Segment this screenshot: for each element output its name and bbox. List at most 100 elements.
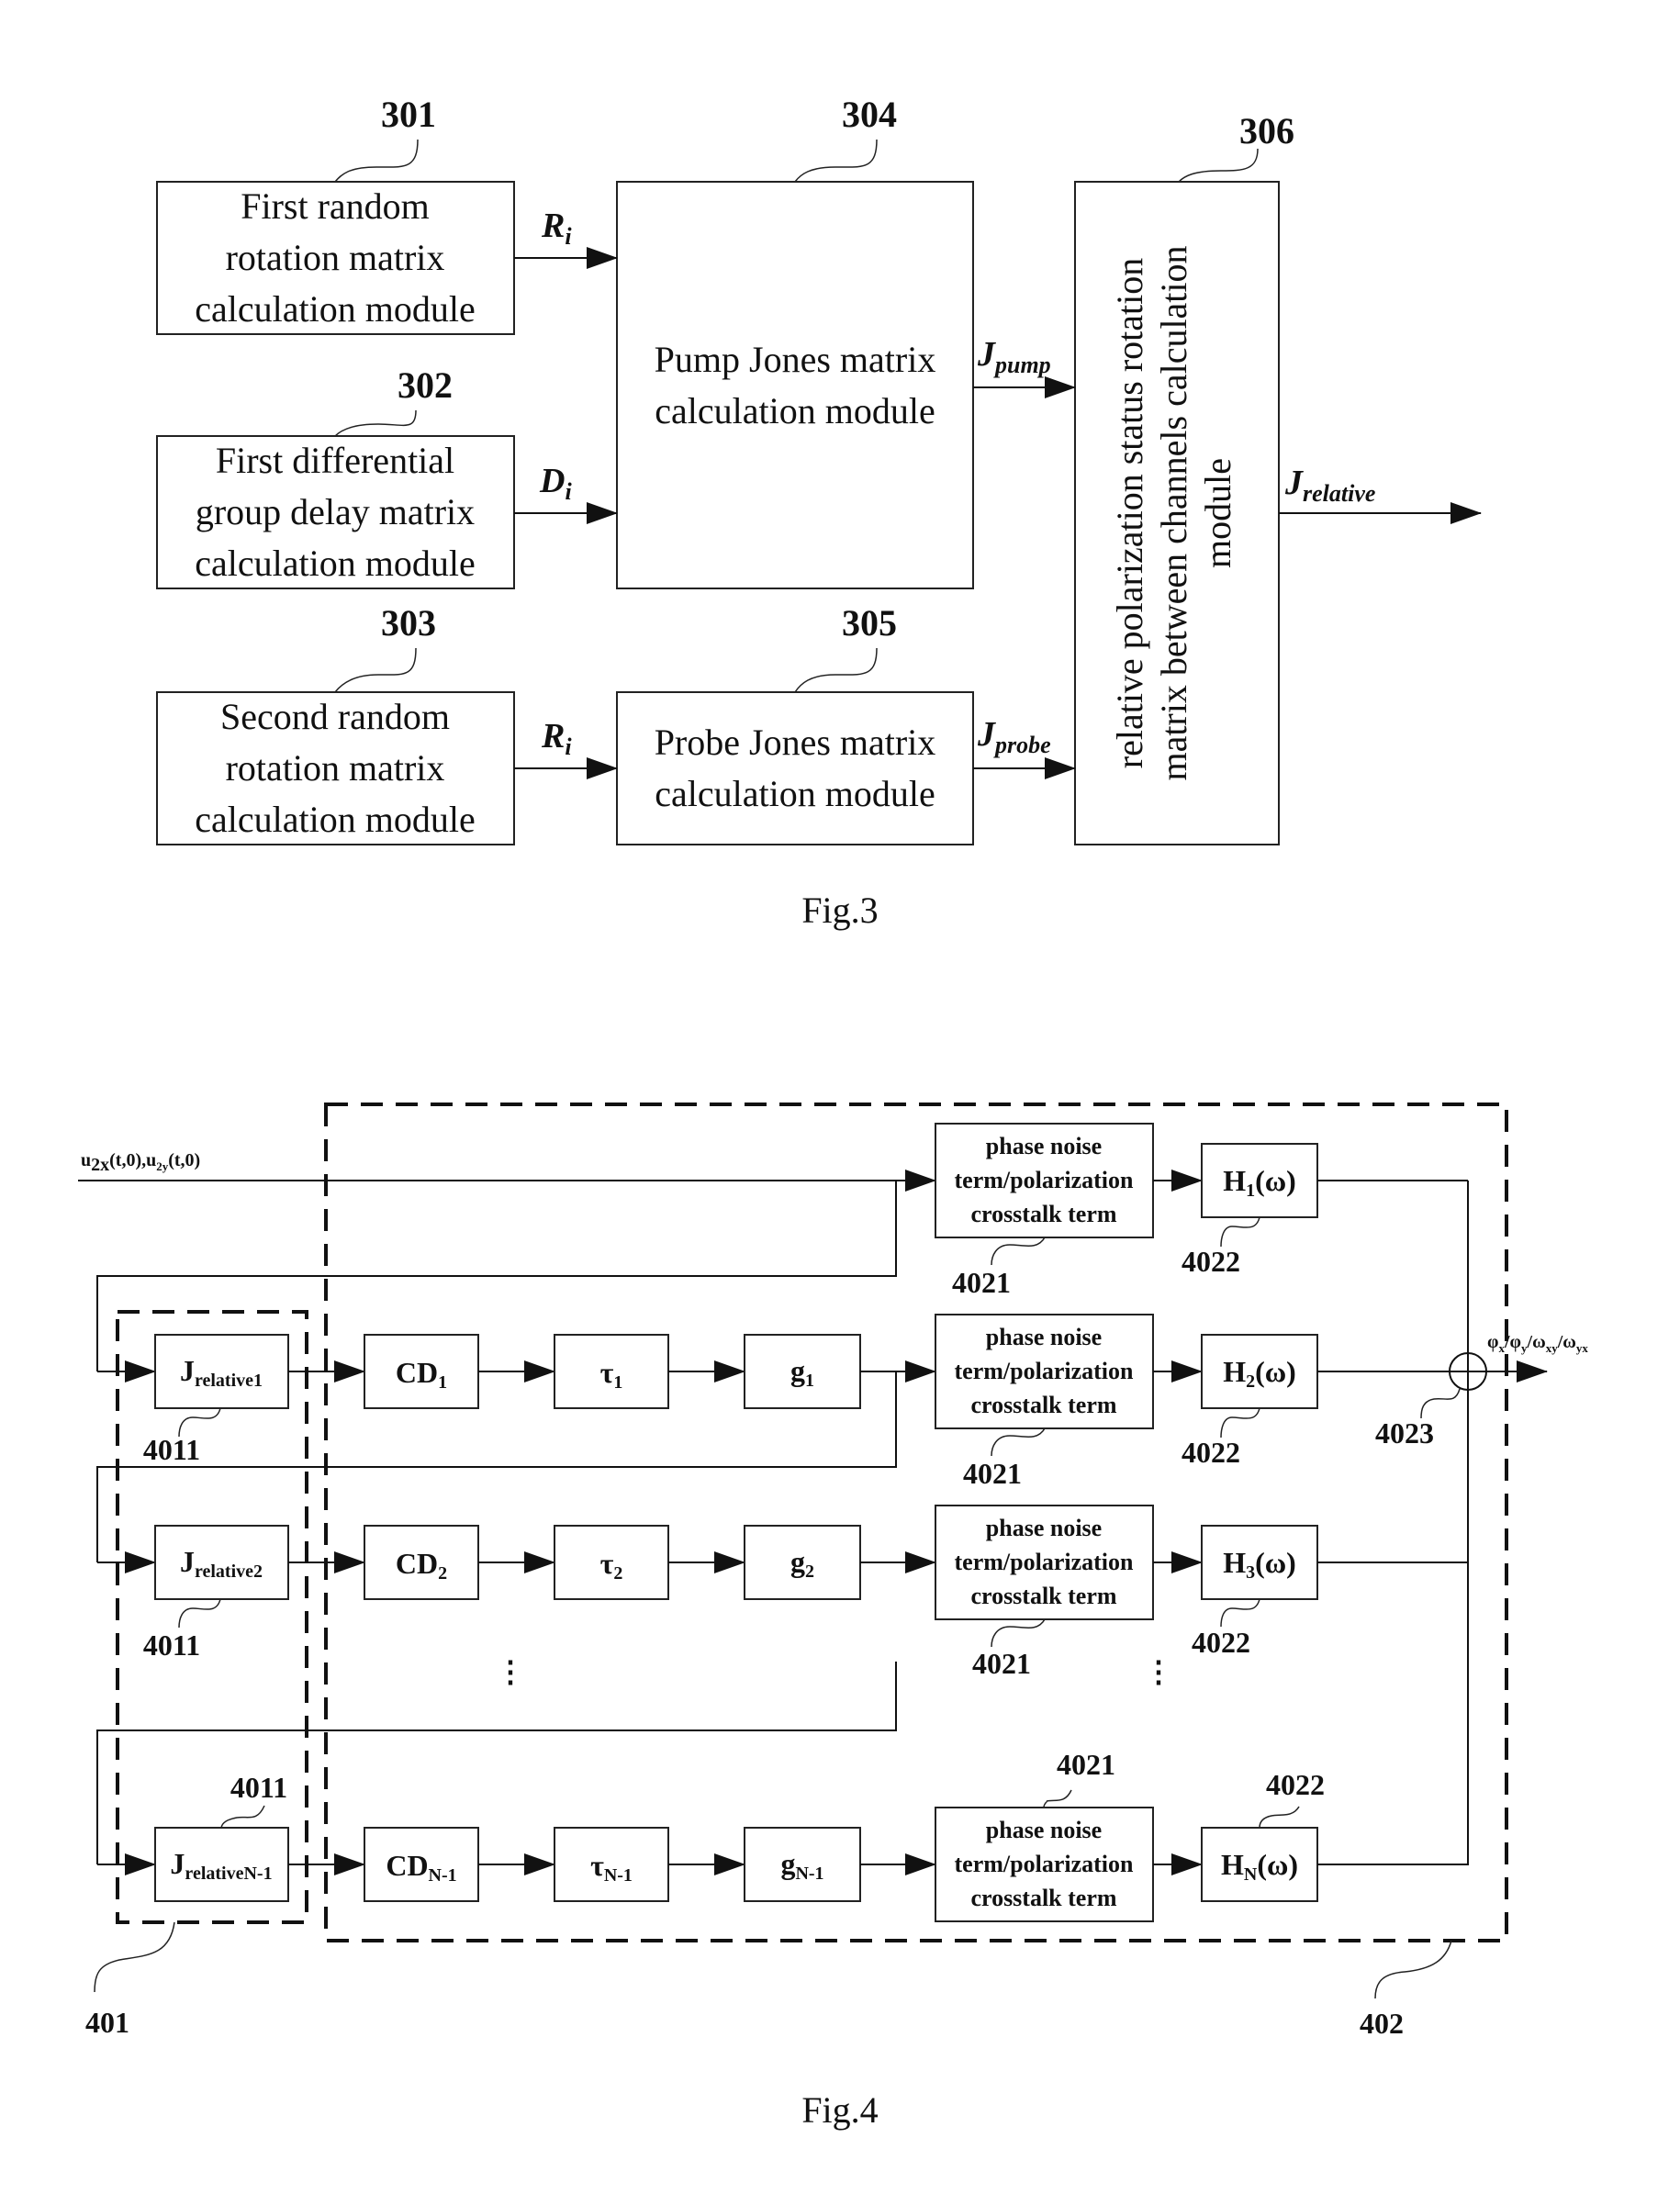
module-302-first-dgd: 302 First differential group delay matri… xyxy=(156,364,515,589)
ref-label-301: 301 xyxy=(381,94,436,135)
phase-box-line-3: crosstalk term xyxy=(970,1583,1116,1609)
box-306-line-1: relative polarization status rotation xyxy=(1109,258,1150,768)
ellipsis-filter-column: ⋮ xyxy=(1144,1655,1173,1688)
ref-label-4011: 4011 xyxy=(143,1629,200,1662)
ref-label-4022: 4022 xyxy=(1182,1436,1240,1469)
filter-label-h1: H1(ω) xyxy=(1223,1164,1296,1201)
phase-box-line-1: phase noise xyxy=(986,1133,1102,1159)
ref-label-302: 302 xyxy=(398,364,453,406)
box-305-line-2: calculation module xyxy=(655,773,935,814)
phase-box-line-3: crosstalk term xyxy=(970,1201,1116,1227)
leader-line-4021 xyxy=(991,1427,1046,1457)
input-signal-label: u2x(t,0),u2y(t,0) xyxy=(81,1150,200,1175)
box-304 xyxy=(616,181,974,589)
ref-label-4023: 4023 xyxy=(1375,1416,1434,1450)
module-304-pump-jones: 304 Pump Jones matrix calculation module xyxy=(616,94,974,589)
phase-box-line-1: phase noise xyxy=(986,1324,1102,1350)
leader-line-301 xyxy=(334,139,419,183)
box-304-line-2: calculation module xyxy=(655,390,935,431)
ref-label-4022: 4022 xyxy=(1192,1626,1250,1659)
channel-row-1: Jrelative1 4011 CD1 τ1 g1 phase noise te… xyxy=(143,1314,1450,1490)
phase-box-line-1: phase noise xyxy=(986,1817,1102,1843)
leader-line-4022 xyxy=(1220,1407,1260,1438)
leader-line-401 xyxy=(94,1921,175,1993)
leader-line-303 xyxy=(334,647,417,693)
signal-label-ri-1: Ri xyxy=(541,207,572,250)
signal-label-jrelative: Jrelative xyxy=(1284,464,1375,507)
box-303-line-2: rotation matrix xyxy=(226,747,445,789)
phase-box-line-2: term/polarization xyxy=(955,1358,1134,1384)
signal-label-di: Di xyxy=(539,462,572,505)
ref-label-4011: 4011 xyxy=(143,1433,200,1466)
leader-line-304 xyxy=(794,139,878,183)
ellipsis-cd-column: ⋮ xyxy=(496,1655,525,1688)
leader-line-4022 xyxy=(1220,1598,1260,1628)
box-305 xyxy=(616,691,974,845)
ref-label-4022: 4022 xyxy=(1266,1768,1325,1801)
patent-figure-sheet: 301 First random rotation matrix calcula… xyxy=(78,94,1588,2131)
ref-label-4021: 4021 xyxy=(972,1647,1031,1680)
output-signal-label: φx/φy/ωxy/ωyx xyxy=(1487,1332,1588,1355)
ref-label-303: 303 xyxy=(381,602,436,644)
ref-label-4021: 4021 xyxy=(1057,1748,1115,1781)
ref-label-4011: 4011 xyxy=(230,1771,287,1804)
group-box-402 xyxy=(324,1103,1508,1942)
leader-line-4022 xyxy=(1220,1216,1260,1248)
figure-4-caption: Fig.4 xyxy=(801,2089,878,2131)
leader-line-4011 xyxy=(220,1805,265,1829)
leader-line-4021 xyxy=(1043,1789,1072,1808)
phase-box-line-3: crosstalk term xyxy=(970,1885,1116,1911)
leader-line-402 xyxy=(1374,1940,1452,1999)
box-301-line-3: calculation module xyxy=(195,288,475,330)
box-302-line-2: group delay matrix xyxy=(196,491,475,532)
phase-box-line-2: term/polarization xyxy=(955,1851,1134,1877)
signal-label-jprobe: Jprobe xyxy=(977,715,1051,758)
box-305-line-1: Probe Jones matrix xyxy=(655,722,936,763)
figure-3-caption: Fig.3 xyxy=(801,890,878,931)
ref-label-401: 401 xyxy=(85,2006,129,2039)
signal-label-jpump: Jpump xyxy=(977,335,1051,378)
figure-4: 401 402 u2x(t,0),u2y(t,0) phase noise te… xyxy=(78,1103,1588,2131)
box-303-line-3: calculation module xyxy=(195,799,475,840)
leader-line-4021 xyxy=(991,1618,1046,1648)
leader-line-4023 xyxy=(1420,1388,1461,1419)
channel-row-2: Jrelative2 4011 CD2 τ2 g2 phase noise te… xyxy=(143,1505,1468,1680)
ref-label-4021: 4021 xyxy=(963,1457,1022,1490)
box-301-line-2: rotation matrix xyxy=(226,237,445,278)
box-306-line-3: module xyxy=(1197,458,1238,568)
row-top-phase-branch: phase noise term/polarization crosstalk … xyxy=(935,1123,1468,1299)
ref-label-402: 402 xyxy=(1360,2007,1404,2040)
leader-line-4011 xyxy=(178,1598,221,1629)
tau-box-n-1 xyxy=(554,1827,669,1902)
box-302-line-3: calculation module xyxy=(195,543,475,584)
box-304-line-1: Pump Jones matrix xyxy=(655,339,936,380)
box-306-line-2: matrix between channels calculation xyxy=(1153,245,1194,780)
summation-bus-line xyxy=(1317,1181,1469,1865)
phase-box-line-2: term/polarization xyxy=(955,1549,1134,1575)
ref-label-4021: 4021 xyxy=(952,1266,1011,1299)
ref-label-4022: 4022 xyxy=(1182,1245,1240,1278)
leader-line-302 xyxy=(334,409,417,437)
leader-line-305 xyxy=(794,647,878,693)
module-303-second-random-rotation: 303 Second random rotation matrix calcul… xyxy=(156,602,515,845)
ref-label-304: 304 xyxy=(842,94,897,135)
leader-line-4022 xyxy=(1259,1806,1300,1829)
box-303-line-1: Second random xyxy=(220,696,450,737)
phase-box-line-3: crosstalk term xyxy=(970,1392,1116,1418)
filter-label-h3: H3(ω) xyxy=(1223,1546,1296,1583)
leader-line-4021 xyxy=(991,1237,1046,1266)
ref-label-305: 305 xyxy=(842,602,897,644)
filter-label-hn: HN(ω) xyxy=(1221,1848,1298,1885)
box-301-line-1: First random xyxy=(241,185,430,227)
figure-3: 301 First random rotation matrix calcula… xyxy=(156,94,1482,931)
leader-line-306 xyxy=(1178,148,1259,183)
signal-label-ri-2: Ri xyxy=(541,717,572,760)
phase-box-line-2: term/polarization xyxy=(955,1167,1134,1193)
phase-box-line-1: phase noise xyxy=(986,1515,1102,1541)
module-301-first-random-rotation: 301 First random rotation matrix calcula… xyxy=(156,94,515,335)
box-302-line-1: First differential xyxy=(216,440,454,481)
filter-label-h2: H2(ω) xyxy=(1223,1355,1296,1392)
ref-label-306: 306 xyxy=(1239,110,1294,151)
module-306-relative-polarization: 306 relative polarization status rotatio… xyxy=(1074,110,1294,845)
module-305-probe-jones: 305 Probe Jones matrix calculation modul… xyxy=(616,602,974,845)
